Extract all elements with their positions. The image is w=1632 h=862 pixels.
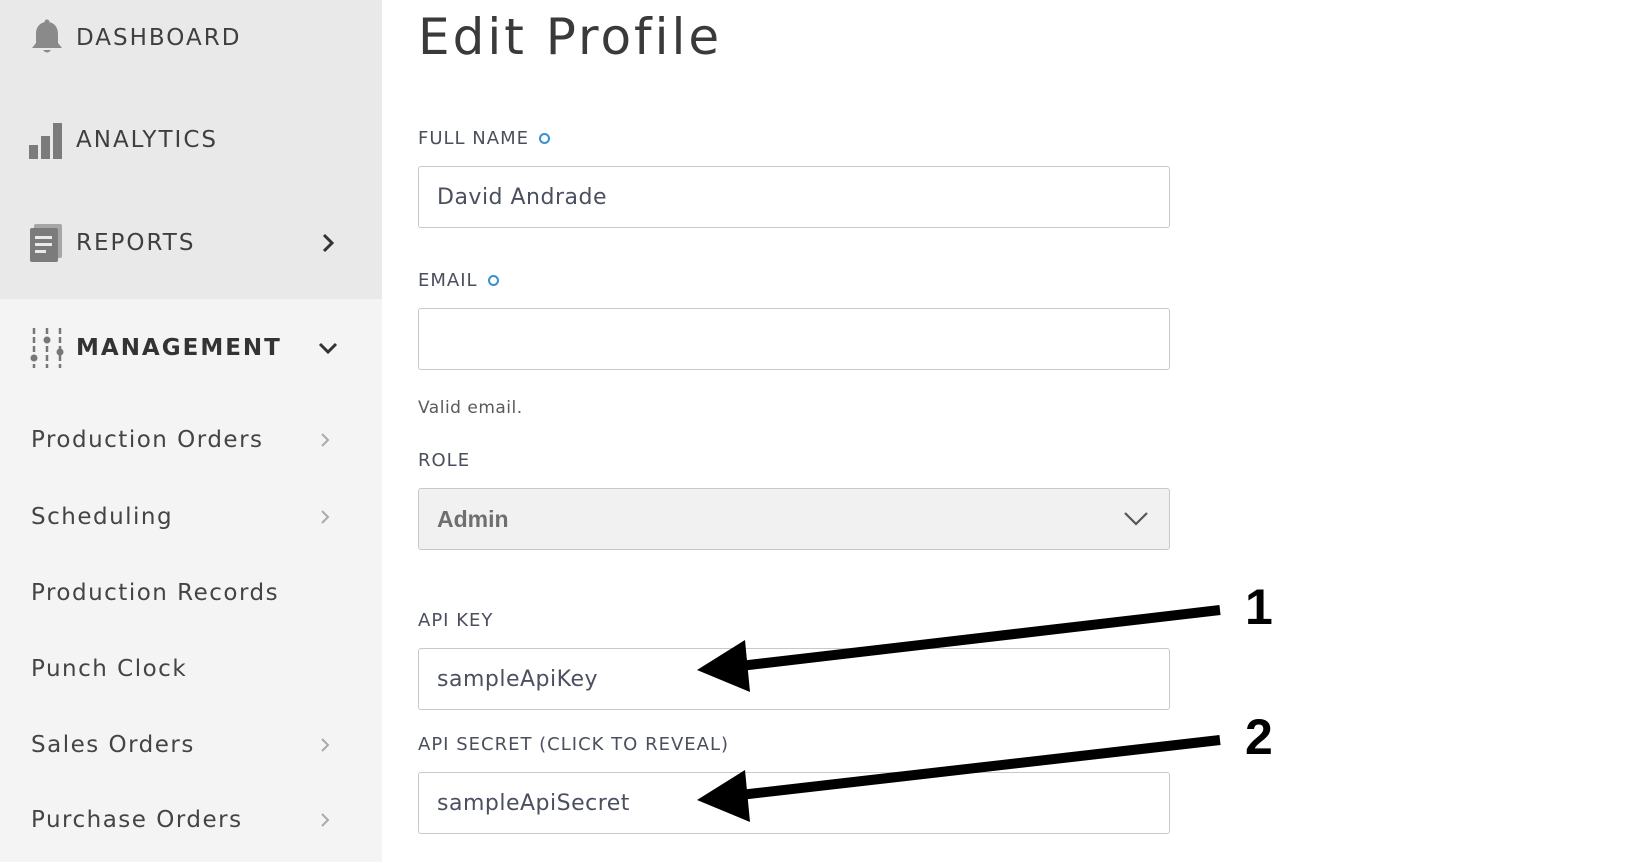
full-name-field[interactable] <box>418 166 1170 228</box>
sidebar-subitem-label: Scheduling <box>31 504 174 530</box>
required-indicator-icon <box>539 133 550 144</box>
full-name-input[interactable] <box>437 184 1169 210</box>
sidebar-subitem-label: Punch Clock <box>31 656 188 682</box>
api-key-label: API KEY <box>418 610 493 631</box>
annotation-number-1: 1 <box>1245 579 1273 635</box>
role-select-value: Admin <box>437 505 509 532</box>
required-indicator-icon <box>487 275 499 286</box>
sidebar-item-purchase-orders[interactable]: Purchase Orders <box>0 795 382 845</box>
sidebar-item-label: REPORTS <box>76 230 196 256</box>
sidebar-item-reports[interactable]: REPORTS <box>0 213 382 273</box>
role-label: ROLE <box>418 450 470 471</box>
sidebar-item-sales-orders[interactable]: Sales Orders <box>0 720 382 770</box>
bar-chart-icon <box>29 120 65 160</box>
sidebar-item-dashboard[interactable]: DASHBOARD <box>0 8 382 68</box>
sidebar-subitem-label: Sales Orders <box>31 732 195 758</box>
chevron-right-icon <box>321 813 330 827</box>
sidebar-item-label: DASHBOARD <box>76 25 242 51</box>
chevron-right-icon <box>321 433 330 447</box>
annotation-number-2: 2 <box>1245 709 1273 765</box>
sidebar: DASHBOARD ANALYTICS REPORTS MANAGEMENT P… <box>0 0 382 862</box>
api-secret-input[interactable] <box>437 790 1169 816</box>
sidebar-item-production-orders[interactable]: Production Orders <box>0 415 382 465</box>
api-key-field[interactable] <box>418 648 1170 710</box>
app-root: DASHBOARD ANALYTICS REPORTS MANAGEMENT P… <box>0 0 1632 862</box>
role-select[interactable]: Admin <box>418 488 1170 550</box>
chevron-right-icon <box>322 233 335 253</box>
api-key-input[interactable] <box>437 666 1169 692</box>
email-input[interactable] <box>437 326 1169 352</box>
page-title: Edit Profile <box>418 8 723 66</box>
document-icon <box>29 223 65 263</box>
chevron-right-icon <box>321 510 330 524</box>
chevron-right-icon <box>321 738 330 752</box>
api-secret-label-text: API SECRET (CLICK TO REVEAL) <box>418 734 729 755</box>
full-name-label-text: FULL NAME <box>418 128 529 149</box>
full-name-label: FULL NAME <box>418 128 550 149</box>
email-label: EMAIL <box>418 270 499 291</box>
role-label-text: ROLE <box>418 450 471 471</box>
email-field[interactable] <box>418 308 1170 370</box>
sidebar-item-management[interactable]: MANAGEMENT <box>0 318 382 378</box>
sidebar-item-label: MANAGEMENT <box>76 335 282 361</box>
sidebar-subitem-label: Production Orders <box>31 427 264 453</box>
api-secret-field[interactable] <box>418 772 1170 834</box>
sidebar-item-label: ANALYTICS <box>76 127 218 153</box>
sliders-icon <box>29 328 65 368</box>
email-label-text: EMAIL <box>418 270 478 291</box>
sidebar-item-analytics[interactable]: ANALYTICS <box>0 110 382 170</box>
api-key-label-text: API KEY <box>418 610 494 631</box>
email-hint: Valid email. <box>418 398 523 418</box>
chevron-down-icon <box>1124 512 1148 526</box>
sidebar-subitem-label: Production Records <box>31 580 280 606</box>
sidebar-item-production-records[interactable]: Production Records <box>0 568 382 618</box>
sidebar-item-punch-clock[interactable]: Punch Clock <box>0 644 382 694</box>
sidebar-subitem-label: Purchase Orders <box>31 807 243 833</box>
chevron-down-icon <box>318 342 338 355</box>
sidebar-item-scheduling[interactable]: Scheduling <box>0 492 382 542</box>
api-secret-label: API SECRET (CLICK TO REVEAL) <box>418 734 729 755</box>
bell-icon <box>29 18 65 58</box>
